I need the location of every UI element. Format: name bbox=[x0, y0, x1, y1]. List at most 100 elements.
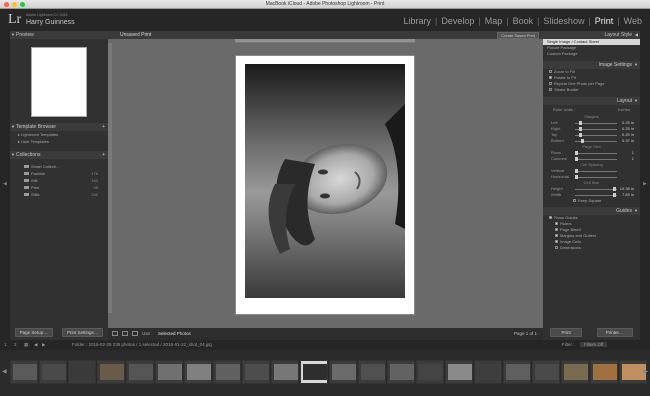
portrait-photo[interactable] bbox=[245, 64, 405, 298]
filmstrip-thumbnail[interactable] bbox=[329, 360, 357, 384]
cell-size-slider-knob[interactable] bbox=[613, 187, 616, 191]
module-print[interactable]: Print bbox=[591, 16, 618, 26]
module-slideshow[interactable]: Slideshow bbox=[539, 16, 588, 26]
filmstrip-thumbnail[interactable] bbox=[387, 360, 415, 384]
template-browser-header[interactable]: ▼ Template Browser + bbox=[10, 123, 108, 131]
filmstrip-thumbnail[interactable] bbox=[416, 360, 444, 384]
collection-item[interactable]: Fashion 176 bbox=[10, 170, 108, 177]
layout-header[interactable]: Layout ▼ bbox=[543, 97, 640, 105]
checkbox-checked-icon bbox=[555, 234, 558, 238]
disclosure-triangle-icon: ▼ bbox=[634, 208, 638, 213]
module-book[interactable]: Book bbox=[509, 16, 538, 26]
filmstrip-thumbnail[interactable] bbox=[10, 360, 38, 384]
right-panel-scrollbar[interactable]: ▶ bbox=[640, 31, 650, 340]
filmstrip-scroll-right-icon[interactable]: ▶ bbox=[643, 368, 648, 375]
template-folder-lightroom[interactable]: ▸ Lightroom Templates bbox=[10, 131, 108, 138]
filmstrip-thumbnail[interactable] bbox=[242, 360, 270, 384]
back-arrow-icon[interactable]: ◀ bbox=[34, 342, 37, 348]
filmstrip-thumbnail[interactable] bbox=[213, 360, 241, 384]
identity-plate: Lr Adobe Lightroom CC 2015 Harry Guinnes… bbox=[0, 9, 650, 31]
image-settings-header[interactable]: Image Settings ▼ bbox=[543, 61, 640, 69]
filmstrip-thumbnail[interactable] bbox=[184, 360, 212, 384]
checkbox-label: Stroke Border bbox=[554, 87, 579, 92]
filmstrip-thumbnail[interactable] bbox=[97, 360, 125, 384]
collection-item[interactable]: Still 183 bbox=[10, 177, 108, 184]
forward-arrow-icon[interactable]: ▶ bbox=[42, 342, 45, 348]
grid-view-icon[interactable]: ▦ bbox=[24, 342, 28, 348]
margin-slider-knob[interactable] bbox=[579, 133, 582, 137]
page-grid-slider-knob[interactable] bbox=[575, 151, 578, 155]
page-number-2[interactable]: 2 bbox=[14, 342, 17, 347]
canvas-toolbar: Use : Selected Photos Page 1 of 1 bbox=[108, 328, 543, 340]
template-folder-user[interactable]: ▸ User Templates bbox=[10, 138, 108, 145]
first-page-icon[interactable] bbox=[122, 331, 128, 336]
layout-style-custom-package[interactable]: Custom Package bbox=[543, 51, 640, 57]
module-library[interactable]: Library bbox=[399, 16, 435, 26]
preview-header[interactable]: ▼ Preview bbox=[10, 31, 108, 39]
cell-spacing-slider-track[interactable] bbox=[575, 177, 617, 178]
filmstrip-thumbnail[interactable] bbox=[155, 360, 183, 384]
filmstrip-thumbnail[interactable] bbox=[590, 360, 618, 384]
filmstrip-thumbnail[interactable] bbox=[300, 360, 328, 384]
filmstrip-thumbnail[interactable] bbox=[358, 360, 386, 384]
module-develop[interactable]: Develop bbox=[437, 16, 478, 26]
filmstrip-thumbnail[interactable] bbox=[271, 360, 299, 384]
guides-header[interactable]: Guides ▼ bbox=[543, 207, 640, 215]
ruler-units-dropdown[interactable]: Inches bbox=[618, 107, 630, 112]
cell-size-slider-knob[interactable] bbox=[613, 193, 616, 197]
page-setup-button[interactable]: Page Setup… bbox=[14, 328, 53, 337]
filmstrip-thumbnail[interactable] bbox=[126, 360, 154, 384]
print-settings-button[interactable]: Print Settings… bbox=[62, 328, 104, 337]
single-page-icon[interactable] bbox=[112, 331, 118, 336]
filmstrip-thumbnail[interactable] bbox=[532, 360, 560, 384]
print-button[interactable]: Print bbox=[550, 328, 582, 337]
filmstrip-thumbnail[interactable] bbox=[503, 360, 531, 384]
cell-size-slider-track[interactable] bbox=[575, 195, 617, 196]
module-map[interactable]: Map bbox=[481, 16, 507, 26]
margin-slider-value[interactable]: 0.37 in bbox=[622, 138, 634, 144]
filmstrip-thumbnail[interactable] bbox=[39, 360, 67, 384]
ruler-units-label: Ruler Units : bbox=[553, 107, 576, 112]
filter-dropdown[interactable]: Filters Off bbox=[580, 342, 608, 347]
left-panel-toggle[interactable]: ◀ bbox=[0, 31, 10, 340]
stroke-border-checkbox[interactable]: Stroke Border bbox=[543, 87, 640, 93]
page-grid-slider-track[interactable] bbox=[575, 153, 617, 154]
add-collection-icon[interactable]: + bbox=[102, 151, 105, 159]
previous-page-icon[interactable] bbox=[132, 331, 138, 336]
module-web[interactable]: Web bbox=[620, 16, 646, 26]
page-grid-slider-value[interactable]: 1 bbox=[632, 156, 634, 162]
filmstrip-thumbnail[interactable] bbox=[561, 360, 589, 384]
cell-spacing-slider-track[interactable] bbox=[575, 171, 617, 172]
margin-slider-knob[interactable] bbox=[579, 121, 582, 125]
keep-square-checkbox[interactable]: Keep Square bbox=[543, 198, 640, 204]
filmstrip-thumbnail[interactable] bbox=[68, 360, 96, 384]
page-grid-slider-track[interactable] bbox=[575, 159, 617, 160]
thumbnail-image bbox=[158, 364, 182, 380]
cell-spacing-slider-knob[interactable] bbox=[575, 175, 578, 179]
margin-slider-knob[interactable] bbox=[579, 127, 582, 131]
thumbnail-image bbox=[187, 364, 211, 380]
checkbox-label: Keep Square bbox=[578, 198, 602, 203]
use-selected-dropdown[interactable]: Selected Photos bbox=[158, 331, 191, 336]
create-saved-print-button[interactable]: Create Saved Print bbox=[497, 32, 539, 39]
collection-item[interactable]: Smart Collecti… bbox=[10, 163, 108, 170]
collection-item[interactable]: Print 95 bbox=[10, 184, 108, 191]
collections-header[interactable]: ▼ Collections + bbox=[10, 151, 108, 159]
cell-spacing-slider-knob[interactable] bbox=[575, 169, 578, 173]
cell-size-slider-track[interactable] bbox=[575, 189, 617, 190]
guide-dimensions-checkbox[interactable]: Dimensions bbox=[543, 245, 640, 251]
checkbox-label: Rotate to Fit bbox=[554, 75, 576, 80]
filmstrip-thumbnail[interactable] bbox=[474, 360, 502, 384]
printer-button[interactable]: Printer… bbox=[596, 328, 633, 337]
filmstrip-source-path[interactable]: Folder : 2016-02-25 239 photos / 1 selec… bbox=[72, 342, 212, 347]
page-grid-slider-knob[interactable] bbox=[575, 157, 578, 161]
add-template-icon[interactable]: + bbox=[102, 123, 105, 131]
top-ruler bbox=[235, 39, 415, 43]
filmstrip-thumbnail[interactable] bbox=[445, 360, 473, 384]
margin-slider-knob[interactable] bbox=[581, 139, 584, 143]
checkbox-icon bbox=[549, 82, 552, 86]
filmstrip-scroll-left-icon[interactable]: ◀ bbox=[2, 368, 7, 375]
collection-item[interactable]: Stills 240 bbox=[10, 191, 108, 198]
layout-style-header[interactable]: Layout Style ◀ bbox=[543, 31, 640, 39]
page-number-1[interactable]: 1 bbox=[4, 342, 7, 347]
